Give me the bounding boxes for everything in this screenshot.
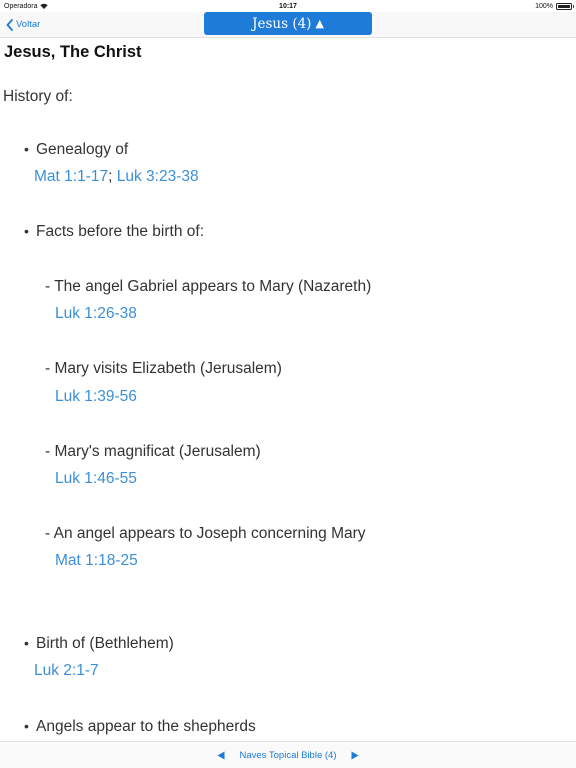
ref-link[interactable]: Luk 1:26-38 (55, 305, 137, 322)
triangle-right-icon (351, 751, 359, 759)
entry-text: Genealogy of (36, 141, 129, 158)
previous-button[interactable] (214, 748, 228, 762)
carrier-label: Operadora (4, 2, 38, 10)
ref-link[interactable]: Luk 1:46-55 (55, 470, 137, 487)
ref-link[interactable]: Mat 1:18-25 (55, 552, 138, 569)
list-item-genealogy: • Genealogy of (24, 141, 128, 159)
ref-link[interactable]: Luk 2:1-7 (34, 662, 99, 679)
status-left: Operadora (4, 2, 49, 10)
ref-link[interactable]: Luk 1:39-56 (55, 388, 137, 405)
triangle-left-icon (217, 751, 224, 759)
battery-level (558, 4, 570, 8)
status-time: 10:17 (279, 2, 297, 10)
entry-text: Angels appear to the shepherds (36, 718, 256, 735)
status-right: 100% (535, 2, 574, 10)
back-label: Voltar (16, 19, 41, 30)
status-bar: Operadora 10:17 100% (0, 0, 576, 12)
wifi-icon (40, 3, 49, 9)
list-item-facts: • Facts before the birth of: (24, 223, 204, 241)
battery-percent: 100% (535, 2, 553, 10)
sub-item-joseph: - An angel appears to Joseph concerning … (45, 525, 366, 542)
ref-line-birth: Luk 2:1-7 (34, 662, 99, 680)
bullet: • (24, 141, 29, 157)
next-button[interactable] (348, 748, 362, 762)
bullet: • (24, 718, 29, 734)
back-button[interactable]: Voltar (6, 16, 40, 33)
navigation-bar: Voltar Jesus (4) ▲ (0, 12, 576, 38)
bullet: • (24, 635, 29, 651)
ref-line-mary-visits: Luk 1:39-56 (55, 388, 137, 406)
topic-selector-label: Jesus (4) (252, 15, 312, 32)
topic-selector-button[interactable]: Jesus (4) ▲ (204, 12, 372, 35)
sub-item-gabriel: - The angel Gabriel appears to Mary (Naz… (45, 278, 372, 295)
ref-separator: ; (108, 168, 113, 185)
ref-link[interactable]: Mat 1:1-17 (34, 168, 108, 185)
entry-text: Birth of (Bethlehem) (36, 635, 174, 652)
list-item-birth: • Birth of (Bethlehem) (24, 635, 174, 653)
battery-icon (556, 2, 574, 10)
ref-line-genealogy: Mat 1:1-17; Luk 3:23-38 (34, 168, 199, 186)
ref-line-joseph: Mat 1:18-25 (55, 552, 138, 570)
bullet: • (24, 223, 29, 239)
source-label[interactable]: Naves Topical Bible (4) (240, 750, 337, 761)
topic-content[interactable]: Jesus, The Christ History of: • Genealogy… (0, 38, 576, 742)
chevron-left-icon (6, 18, 13, 31)
ref-line-gabriel: Luk 1:26-38 (55, 305, 137, 323)
sub-item-mary-visits: - Mary visits Elizabeth (Jerusalem) (45, 360, 282, 377)
ref-link[interactable]: Luk 3:23-38 (117, 168, 199, 185)
ref-line-magnificat: Luk 1:46-55 (55, 470, 137, 488)
sub-item-magnificat: - Mary's magnificat (Jerusalem) (45, 443, 261, 460)
section-label: History of: (3, 88, 73, 105)
entry-text: Facts before the birth of: (36, 223, 205, 240)
caret-up-icon: ▲ (315, 17, 324, 30)
list-item-shepherds: • Angels appear to the shepherds (24, 718, 256, 736)
bottom-toolbar: Naves Topical Bible (4) (0, 741, 576, 768)
page-title: Jesus, The Christ (4, 43, 142, 61)
